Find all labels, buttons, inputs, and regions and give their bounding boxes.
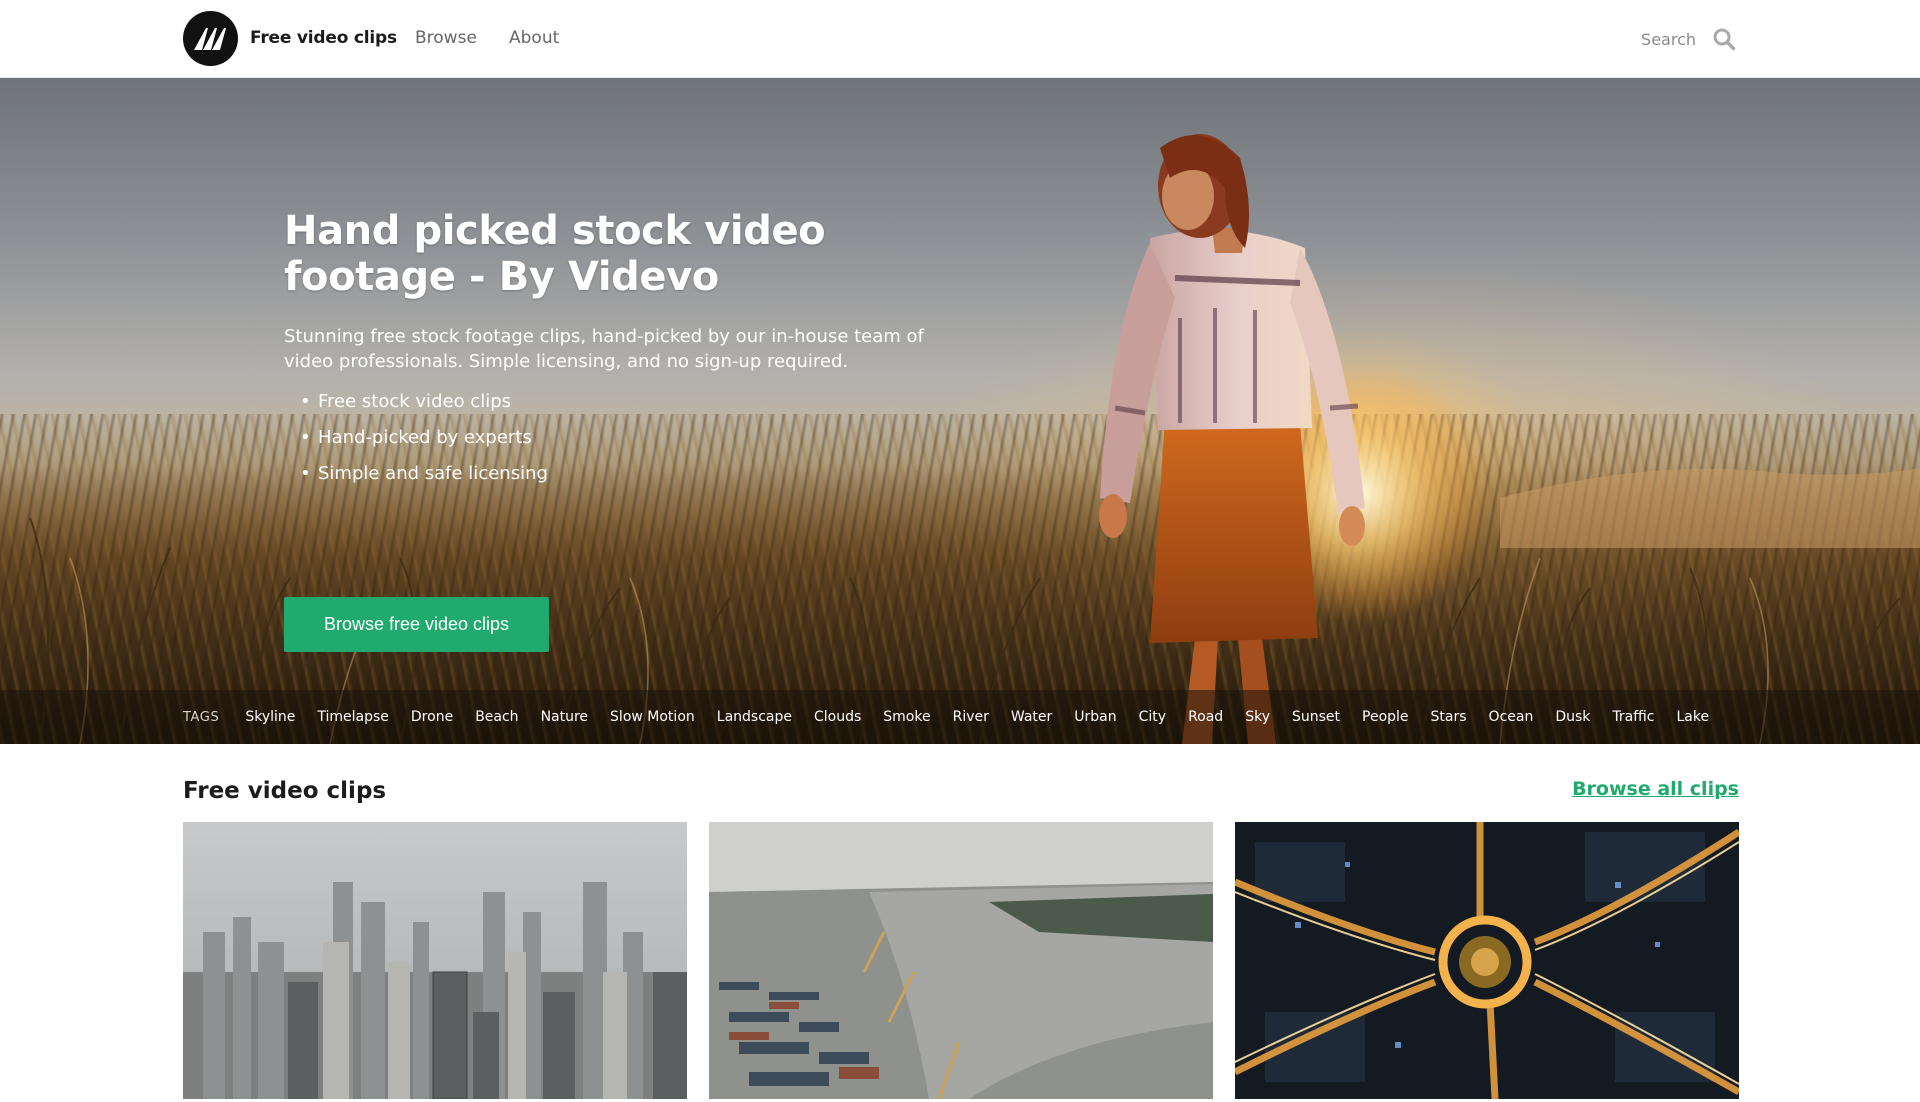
tag-link-sunset[interactable]: Sunset (1292, 709, 1340, 725)
tag-link-clouds[interactable]: Clouds (814, 709, 861, 725)
tag-link-skyline[interactable]: Skyline (245, 709, 295, 725)
clip-card-river-port[interactable] (709, 822, 1213, 1099)
hero-content: Hand picked stock video footage - By Vid… (284, 208, 964, 652)
search-icon[interactable] (1712, 27, 1736, 51)
tag-link-smoke[interactable]: Smoke (883, 709, 930, 725)
clips-section-header: Free video clips Browse all clips (183, 776, 1739, 810)
tag-link-urban[interactable]: Urban (1074, 709, 1116, 725)
videvo-logo (183, 10, 238, 66)
browse-all-clips-link[interactable]: Browse all clips (1572, 778, 1739, 800)
clip-card-city-skyline[interactable] (183, 822, 687, 1099)
tag-link-timelapse[interactable]: Timelapse (317, 709, 389, 725)
hero-feature-list: Free stock video clips Hand-picked by ex… (284, 384, 964, 492)
tag-link-dusk[interactable]: Dusk (1555, 709, 1590, 725)
search-box (1576, 24, 1736, 54)
hero-feature-item: Free stock video clips (284, 384, 964, 420)
nav-link-about[interactable]: About (509, 28, 559, 48)
brand-label: Free video clips (250, 28, 397, 48)
clip-card-night-roundabout[interactable] (1235, 822, 1739, 1099)
tag-link-lake[interactable]: Lake (1676, 709, 1709, 725)
nav-link-browse[interactable]: Browse (415, 28, 477, 48)
night-roundabout-thumbnail (1235, 822, 1739, 1099)
hero-title: Hand picked stock video footage - By Vid… (284, 208, 826, 300)
clip-grid (183, 822, 1739, 1099)
section-title: Free video clips (183, 778, 387, 804)
tag-link-landscape[interactable]: Landscape (717, 709, 792, 725)
tag-link-drone[interactable]: Drone (411, 709, 453, 725)
browse-free-clips-button[interactable]: Browse free video clips (284, 597, 549, 652)
city-skyline-thumbnail (183, 822, 687, 1099)
search-input[interactable] (1576, 29, 1696, 49)
tag-link-water[interactable]: Water (1011, 709, 1052, 725)
tag-link-beach[interactable]: Beach (475, 709, 518, 725)
tag-link-city[interactable]: City (1139, 709, 1166, 725)
tag-link-stars[interactable]: Stars (1431, 709, 1467, 725)
tag-link-traffic[interactable]: Traffic (1612, 709, 1654, 725)
tags-label: TAGS (183, 709, 220, 725)
tag-link-slow-motion[interactable]: Slow Motion (610, 709, 695, 725)
hero-subtitle: Stunning free stock footage clips, hand-… (284, 326, 924, 372)
brand-home-link[interactable]: Free video clips (183, 9, 397, 67)
tag-link-ocean[interactable]: Ocean (1489, 709, 1534, 725)
tag-link-road[interactable]: Road (1188, 709, 1223, 725)
river-port-thumbnail (709, 822, 1213, 1099)
top-navigation: Free video clips Browse About (0, 0, 1920, 78)
hero-feature-item: Hand-picked by experts (284, 420, 964, 456)
hero-feature-item: Simple and safe licensing (284, 456, 964, 492)
tag-link-nature[interactable]: Nature (541, 709, 588, 725)
tags-bar: TAGS Skyline Timelapse Drone Beach Natur… (0, 690, 1920, 744)
hero-banner: Hand picked stock video footage - By Vid… (0, 78, 1920, 744)
tag-link-people[interactable]: People (1362, 709, 1409, 725)
tag-link-river[interactable]: River (953, 709, 989, 725)
tag-link-sky[interactable]: Sky (1245, 709, 1270, 725)
